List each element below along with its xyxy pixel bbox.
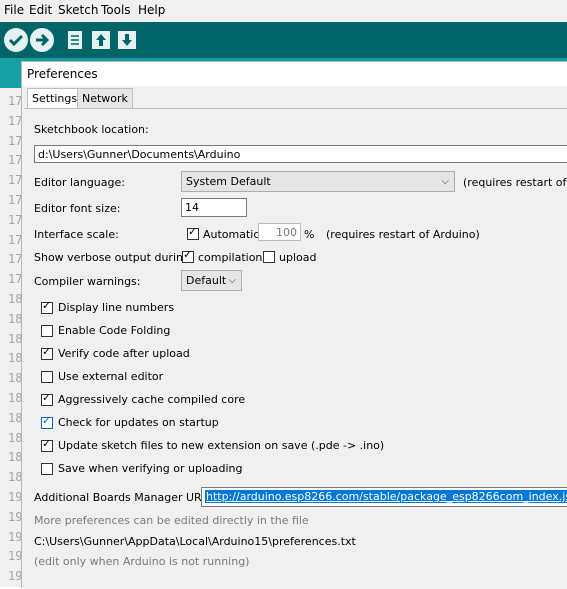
checkmark-icon: ✓ bbox=[42, 391, 52, 404]
menu-bar: File Edit Sketch Tools Help bbox=[0, 0, 567, 22]
tab-network[interactable]: Network bbox=[77, 88, 133, 108]
verify-icon[interactable] bbox=[4, 28, 28, 52]
boards-urls-label: Additional Boards Manager URLs: bbox=[34, 491, 218, 504]
menu-tools[interactable]: Tools bbox=[101, 3, 131, 17]
option-label: Aggressively cache compiled core bbox=[58, 393, 246, 406]
dialog-title: Preferences bbox=[27, 67, 98, 81]
percent-label: % bbox=[304, 228, 315, 241]
upload-icon[interactable] bbox=[30, 28, 54, 52]
toolbar bbox=[0, 22, 567, 58]
option-label: Display line numbers bbox=[58, 301, 175, 314]
new-icon[interactable] bbox=[63, 28, 87, 52]
automatic-checkbox[interactable]: ✓ bbox=[187, 225, 199, 240]
upload-label: upload bbox=[279, 251, 317, 264]
checkbox[interactable] bbox=[41, 325, 53, 337]
option-label: Verify code after upload bbox=[58, 347, 190, 360]
interface-scale-field[interactable]: 100 bbox=[258, 223, 301, 241]
compiler-warnings-value: Default bbox=[186, 274, 227, 287]
upload-checkbox[interactable] bbox=[263, 251, 275, 263]
checkmark-icon: ✓ bbox=[42, 414, 52, 427]
compilation-label: compilation bbox=[198, 251, 263, 264]
checkbox[interactable] bbox=[41, 371, 53, 383]
font-size-field[interactable]: 14 bbox=[181, 198, 247, 217]
compiler-warnings-select[interactable]: Default ⌵ bbox=[181, 270, 242, 291]
option-label: Enable Code Folding bbox=[58, 324, 171, 337]
checkbox[interactable]: ✓ bbox=[41, 299, 53, 314]
chevron-down-icon: ⌵ bbox=[441, 176, 449, 187]
sketchbook-label: Sketchbook location: bbox=[34, 123, 149, 136]
editor-language-note: (requires restart of Ar bbox=[463, 176, 567, 189]
edit-only-note: (edit only when Arduino is not running) bbox=[34, 555, 250, 568]
option-label: Check for updates on startup bbox=[58, 416, 219, 429]
option-label: Update sketch files to new extension on … bbox=[58, 439, 385, 452]
checkbox[interactable]: ✓ bbox=[41, 437, 53, 452]
checkmark-icon: ✓ bbox=[188, 225, 198, 238]
checkmark-icon: ✓ bbox=[183, 248, 193, 261]
line-number-gutter: 17 17 17 17 17 17 17 17 17 17 18 18 18 18 18 18 18 18 18 18… bbox=[0, 88, 22, 587]
checkbox[interactable]: ✓ bbox=[41, 345, 53, 360]
chevron-down-icon: ⌵ bbox=[228, 275, 236, 286]
tab-settings[interactable]: Settings bbox=[27, 88, 83, 109]
option-label: Use external editor bbox=[58, 370, 164, 383]
menu-sketch[interactable]: Sketch bbox=[58, 3, 98, 17]
verbose-label: Show verbose output during: bbox=[34, 251, 194, 264]
menu-help[interactable]: Help bbox=[138, 3, 165, 17]
checkbox[interactable]: ✓ bbox=[41, 391, 53, 406]
checkbox[interactable]: ✓ bbox=[41, 414, 53, 429]
checkbox[interactable] bbox=[41, 463, 53, 475]
editor-language-value: System Default bbox=[186, 175, 271, 188]
interface-scale-label: Interface scale: bbox=[34, 228, 119, 241]
compilation-checkbox[interactable]: ✓ bbox=[182, 248, 194, 263]
more-preferences-note: More preferences can be edited directly … bbox=[34, 514, 309, 527]
preferences-dialog: Preferences Settings Network Sketchbook … bbox=[21, 61, 567, 589]
menu-file[interactable]: File bbox=[4, 3, 24, 17]
preferences-file-path[interactable]: C:\Users\Gunner\AppData\Local\Arduino15\… bbox=[34, 535, 356, 548]
checkmark-icon: ✓ bbox=[42, 345, 52, 358]
option-label: Save when verifying or uploading bbox=[58, 462, 243, 475]
menu-edit[interactable]: Edit bbox=[29, 3, 52, 17]
open-icon[interactable] bbox=[89, 28, 113, 52]
interface-scale-note: (requires restart of Arduino) bbox=[326, 228, 480, 241]
editor-language-select[interactable]: System Default ⌵ bbox=[181, 171, 455, 192]
boards-urls-field[interactable]: http://arduino.esp8266.com/stable/packag… bbox=[201, 487, 567, 507]
editor-language-label: Editor language: bbox=[34, 176, 125, 189]
automatic-label: Automatic bbox=[203, 228, 260, 241]
compiler-warnings-label: Compiler warnings: bbox=[34, 275, 141, 288]
dialog-titlebar[interactable]: Preferences bbox=[22, 62, 567, 86]
settings-panel: Sketchbook location: d:\Users\Gunner\Doc… bbox=[24, 108, 567, 589]
boards-urls-value: http://arduino.esp8266.com/stable/packag… bbox=[205, 490, 567, 503]
save-icon[interactable] bbox=[115, 28, 139, 52]
checkmark-icon: ✓ bbox=[42, 299, 52, 312]
sketchbook-location-field[interactable]: d:\Users\Gunner\Documents\Arduino bbox=[34, 145, 567, 163]
font-size-label: Editor font size: bbox=[34, 202, 121, 215]
checkmark-icon: ✓ bbox=[42, 437, 52, 450]
